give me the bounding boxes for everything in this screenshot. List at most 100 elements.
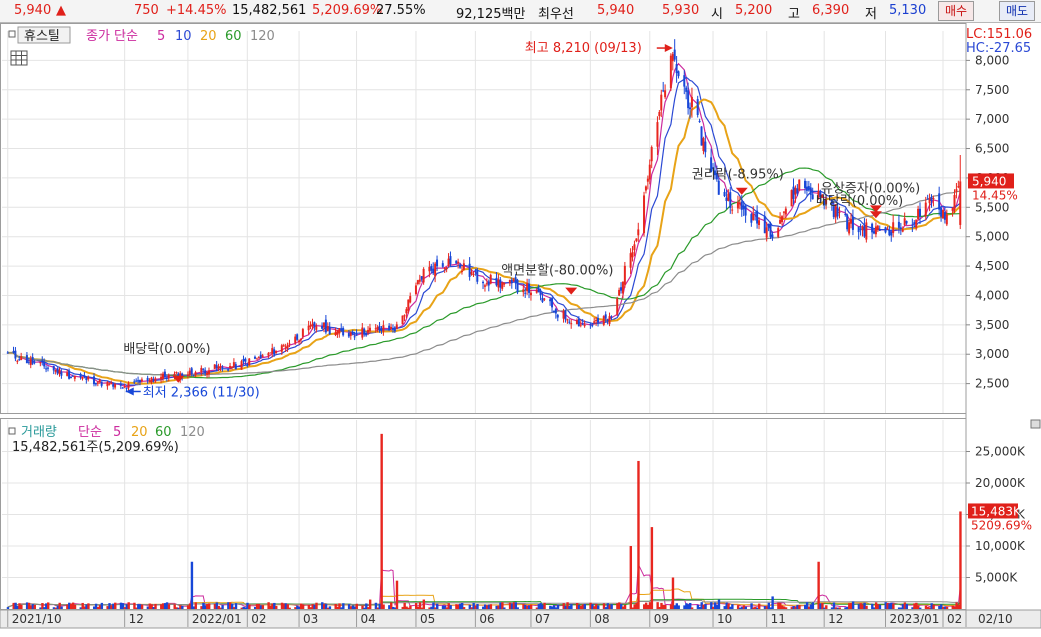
candle-body xyxy=(420,276,423,280)
volume-bar xyxy=(33,604,36,609)
candle-body xyxy=(219,366,222,368)
candle-body xyxy=(930,197,933,202)
price-tick-label: 2,500 xyxy=(975,377,1009,391)
candle-body xyxy=(380,328,383,331)
event-annotation: 배당락(0.00%) xyxy=(816,194,903,209)
volume-bar xyxy=(919,607,922,609)
panel-scroll-icon[interactable] xyxy=(1030,419,1041,429)
candle-body xyxy=(919,208,922,217)
candle-body xyxy=(46,367,49,369)
candle-body xyxy=(152,379,155,381)
candle-body xyxy=(25,355,28,364)
volume-bar xyxy=(610,604,613,609)
volume-bar xyxy=(449,605,452,609)
low-label: 저 xyxy=(865,7,877,22)
volume-bar xyxy=(570,604,573,609)
volume-bar xyxy=(543,602,546,609)
candle-body xyxy=(901,229,904,232)
candle-body xyxy=(313,322,316,327)
candle-body xyxy=(959,181,962,225)
volume-tick-label: 5,000K xyxy=(975,571,1018,585)
candle-body xyxy=(643,195,646,234)
candle-body xyxy=(353,336,356,338)
candle-body xyxy=(340,328,343,331)
volume-bar xyxy=(784,607,788,609)
candle-body xyxy=(495,277,498,286)
candle-body xyxy=(94,382,97,385)
date-tick-label: 02 xyxy=(251,612,266,626)
candle-body xyxy=(382,325,385,332)
candle-body xyxy=(146,377,149,381)
grid-table-icon[interactable] xyxy=(10,50,28,66)
candle-body xyxy=(844,214,847,216)
volume-bar xyxy=(301,604,305,609)
volume-bar xyxy=(932,604,935,609)
candle-body xyxy=(347,333,350,337)
volume-bar xyxy=(825,605,828,609)
volume-bar xyxy=(758,603,761,609)
candle-body xyxy=(807,186,810,191)
date-axis-band xyxy=(0,609,1041,629)
candle-body xyxy=(928,198,931,204)
candle-body xyxy=(781,216,784,223)
buy-button[interactable]: 매수 xyxy=(938,1,975,21)
candle-body xyxy=(321,326,324,329)
candle-body xyxy=(351,332,354,335)
candle-body xyxy=(903,218,906,226)
candle-body xyxy=(482,281,485,284)
volume-bar xyxy=(664,604,667,609)
volume-bar xyxy=(671,577,675,609)
candle-body xyxy=(434,263,437,277)
candle-body xyxy=(524,292,527,294)
legend-period-60: 60 xyxy=(225,29,242,44)
candle-body xyxy=(395,324,398,330)
candle-body xyxy=(685,87,688,92)
candle-body xyxy=(445,267,448,270)
candle-body xyxy=(620,287,623,291)
candle-body xyxy=(31,356,34,364)
candle-body xyxy=(60,371,63,376)
candle-body xyxy=(794,187,797,195)
candle-body xyxy=(541,297,544,302)
volume-bar xyxy=(811,602,815,609)
volume-bar xyxy=(380,433,383,609)
volume-bar xyxy=(945,606,949,609)
candle-body xyxy=(355,333,358,336)
candle-body xyxy=(12,351,15,353)
candle-body xyxy=(566,319,569,321)
candle-body xyxy=(430,265,433,271)
volume-tick-label: 10,000K xyxy=(975,539,1026,553)
candle-body xyxy=(689,107,692,110)
candle-body xyxy=(608,316,611,324)
volume-bar xyxy=(288,607,291,609)
candle-body xyxy=(414,285,417,295)
candle-body xyxy=(644,186,647,191)
candle-body xyxy=(334,332,337,336)
candle-body xyxy=(253,356,256,359)
candle-body xyxy=(322,322,325,328)
candle-body xyxy=(69,376,72,378)
volume-bar xyxy=(368,599,372,609)
volume-bar xyxy=(959,511,962,609)
candle-body xyxy=(441,263,444,267)
volume-bar xyxy=(690,607,694,609)
candle-body xyxy=(595,320,598,322)
stock-chart[interactable]: 최고 8,210 (09/13) 최저 2,366 (11/30) 배당락(0.00… xyxy=(0,23,1041,637)
candle-body xyxy=(575,319,578,325)
turnover-percent: 27.55% xyxy=(376,3,426,18)
volume-legend-period-20: 20 xyxy=(131,425,148,440)
legend-period-20: 20 xyxy=(200,29,217,44)
price-tick-label: 6,500 xyxy=(975,142,1009,156)
candle-body xyxy=(227,369,230,371)
candle-body xyxy=(767,224,770,228)
candle-body xyxy=(217,366,220,369)
candle-body xyxy=(148,380,151,382)
volume-bar xyxy=(623,604,627,609)
candle-body xyxy=(911,224,914,226)
candle-body xyxy=(865,222,868,240)
candle-body xyxy=(700,126,703,146)
candle-body xyxy=(232,362,235,367)
candle-body xyxy=(618,289,621,296)
sell-button[interactable]: 매도 xyxy=(999,1,1036,21)
candle-body xyxy=(892,222,895,234)
